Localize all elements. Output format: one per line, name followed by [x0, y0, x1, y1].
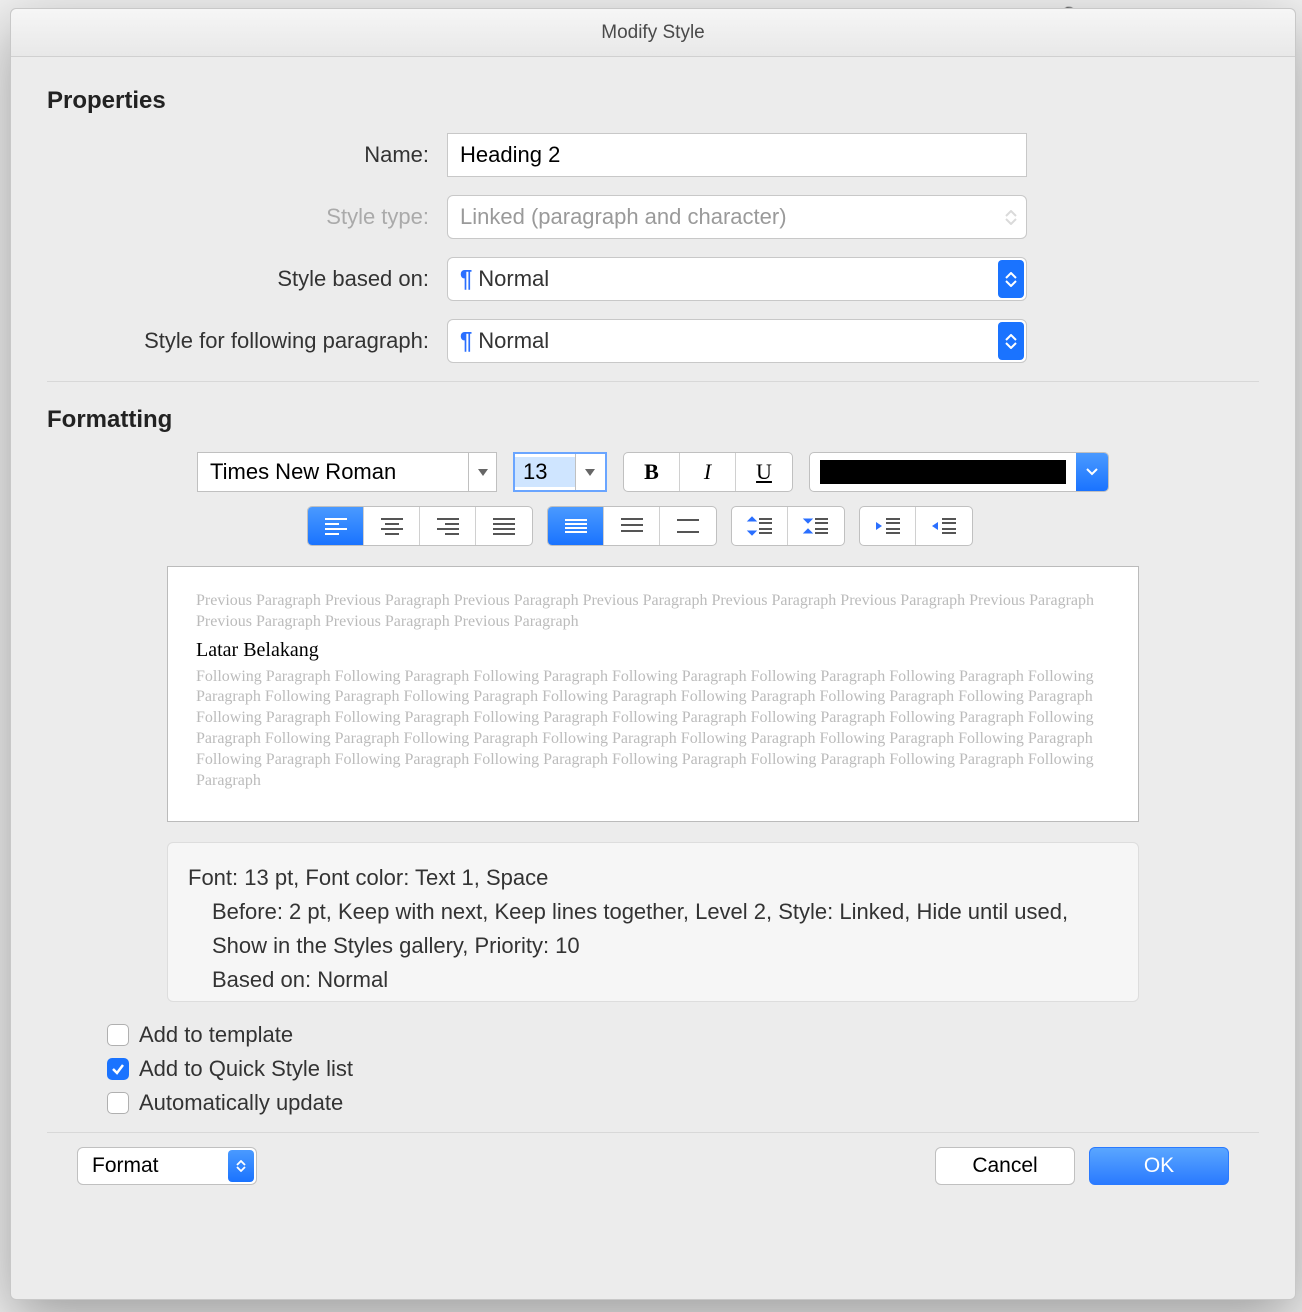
- format-menu-button[interactable]: Format: [77, 1147, 257, 1185]
- para-spacing-group: [731, 506, 845, 546]
- based-on-select[interactable]: ¶Normal: [447, 257, 1027, 301]
- italic-button[interactable]: I: [680, 453, 736, 491]
- auto-update-checkbox[interactable]: [107, 1092, 129, 1114]
- line-spacing-group: [547, 506, 717, 546]
- underline-button[interactable]: U: [736, 453, 792, 491]
- increase-indent-button[interactable]: [916, 507, 972, 545]
- add-to-template-checkbox[interactable]: [107, 1024, 129, 1046]
- following-label: Style for following paragraph:: [47, 328, 447, 354]
- preview-following-text: Following Paragraph Following Paragraph …: [196, 667, 1110, 792]
- pilcrow-icon: ¶: [460, 327, 472, 356]
- style-type-label: Style type:: [47, 204, 447, 230]
- chevrons-icon: [228, 1150, 254, 1182]
- dialog-title: Modify Style: [601, 22, 704, 44]
- bold-button[interactable]: B: [624, 453, 680, 491]
- modify-style-dialog: Modify Style Properties Name: Style type…: [10, 8, 1296, 1300]
- following-select[interactable]: ¶Normal: [447, 319, 1027, 363]
- style-description: Font: 13 pt, Font color: Text 1, Space B…: [167, 842, 1139, 1002]
- preview-box: Previous Paragraph Previous Paragraph Pr…: [167, 566, 1139, 822]
- add-to-quick-style-checkbox[interactable]: [107, 1058, 129, 1080]
- chevrons-icon: [998, 198, 1024, 236]
- align-left-button[interactable]: [308, 507, 364, 545]
- chevrons-icon: [998, 322, 1024, 360]
- increase-para-spacing-button[interactable]: [732, 507, 788, 545]
- font-family-select[interactable]: Times New Roman: [197, 452, 497, 492]
- name-input[interactable]: [447, 133, 1027, 177]
- preview-previous-text: Previous Paragraph Previous Paragraph Pr…: [196, 591, 1110, 633]
- based-on-label: Style based on:: [47, 266, 447, 292]
- ok-button[interactable]: OK: [1089, 1147, 1229, 1185]
- decrease-indent-button[interactable]: [860, 507, 916, 545]
- name-label: Name:: [47, 142, 447, 168]
- dropdown-icon: [468, 453, 496, 491]
- align-center-button[interactable]: [364, 507, 420, 545]
- alignment-group: [307, 506, 533, 546]
- spacing-15-button[interactable]: [604, 507, 660, 545]
- dropdown-icon: [1076, 453, 1108, 491]
- spacing-single-button[interactable]: [548, 507, 604, 545]
- font-style-group: B I U: [623, 452, 793, 492]
- color-swatch: [820, 460, 1066, 484]
- font-color-select[interactable]: [809, 452, 1109, 492]
- cancel-button[interactable]: Cancel: [935, 1147, 1075, 1185]
- properties-section-title: Properties: [47, 87, 1259, 115]
- decrease-para-spacing-button[interactable]: [788, 507, 844, 545]
- align-justify-button[interactable]: [476, 507, 532, 545]
- add-to-template-label: Add to template: [139, 1022, 293, 1048]
- spacing-double-button[interactable]: [660, 507, 716, 545]
- dialog-titlebar: Modify Style: [11, 9, 1295, 57]
- preview-sample-text: Latar Belakang: [196, 635, 1110, 665]
- chevrons-icon: [998, 260, 1024, 298]
- formatting-section-title: Formatting: [47, 406, 1259, 434]
- dropdown-icon: [575, 454, 603, 490]
- align-right-button[interactable]: [420, 507, 476, 545]
- indent-group: [859, 506, 973, 546]
- pilcrow-icon: ¶: [460, 265, 472, 294]
- auto-update-label: Automatically update: [139, 1090, 343, 1116]
- style-type-select: Linked (paragraph and character): [447, 195, 1027, 239]
- font-size-input[interactable]: [513, 452, 607, 492]
- add-to-quick-style-label: Add to Quick Style list: [139, 1056, 353, 1082]
